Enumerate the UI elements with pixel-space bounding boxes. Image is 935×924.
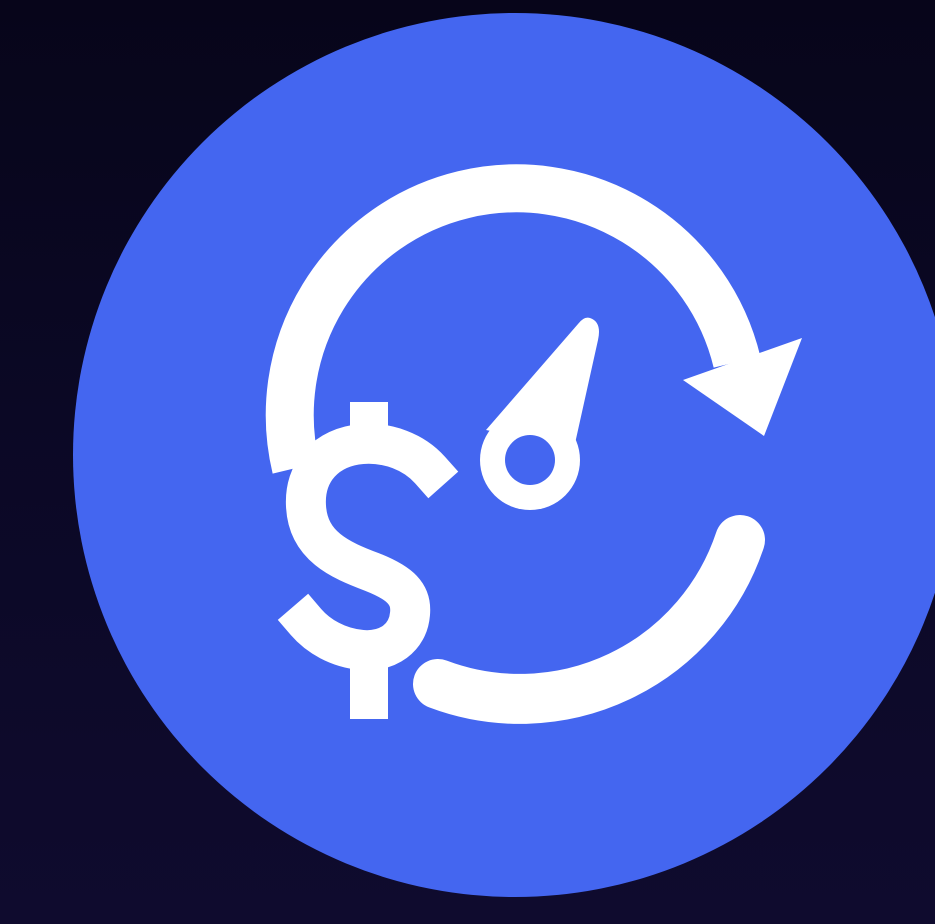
gauge-hub-inner [505,435,555,485]
cost-speed-refresh-logo [73,13,935,897]
app-icon-canvas [0,0,935,924]
dollar-bar-bottom [350,665,388,719]
